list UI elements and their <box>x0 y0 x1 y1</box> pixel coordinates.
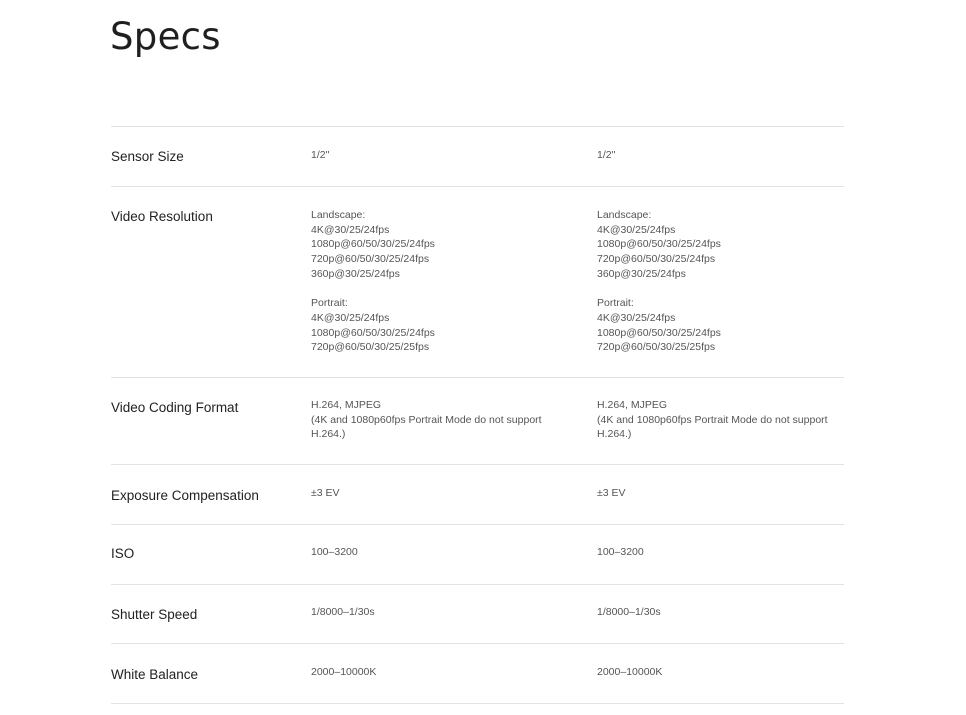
spec-row-video-resolution: Video Resolution Landscape: 4K@30/25/24f… <box>111 187 844 378</box>
spec-row-shutter-speed: Shutter Speed 1/8000–1/30s 1/8000–1/30s <box>111 585 844 644</box>
spec-table: Sensor Size 1/2" 1/2" Video Resolution L… <box>111 126 844 704</box>
spec-label: Shutter Speed <box>111 607 198 622</box>
spec-value-model-1: ±3 EV <box>311 487 340 499</box>
spec-value-model-2: 1/2" <box>597 149 616 161</box>
spec-row-iso: ISO 100–3200 100–3200 <box>111 525 844 585</box>
spec-value-model-1: Landscape: 4K@30/25/24fps 1080p@60/50/30… <box>311 209 435 354</box>
spec-value-model-1: 1/2" <box>311 149 330 161</box>
spec-value-model-1: 100–3200 <box>311 546 358 558</box>
spec-row-white-balance: White Balance 2000–10000K 2000–10000K <box>111 644 844 704</box>
spec-label: Video Resolution <box>111 209 213 224</box>
spec-value-model-1: 2000–10000K <box>311 666 377 678</box>
spec-value-model-2: Landscape: 4K@30/25/24fps 1080p@60/50/30… <box>597 209 721 354</box>
spec-label: White Balance <box>111 667 199 682</box>
spec-row-video-coding-format: Video Coding Format H.264, MJPEG (4K and… <box>111 378 844 465</box>
spec-label: ISO <box>111 546 135 561</box>
spec-value-model-2: 2000–10000K <box>597 666 663 678</box>
spec-value-model-2: ±3 EV <box>597 487 626 499</box>
spec-value-model-2: 100–3200 <box>597 546 644 558</box>
spec-value-model-2: H.264, MJPEG (4K and 1080p60fps Portrait… <box>597 399 828 441</box>
spec-value-model-1: H.264, MJPEG (4K and 1080p60fps Portrait… <box>311 399 542 441</box>
spec-value-model-2: 1/8000–1/30s <box>597 606 661 618</box>
spec-label: Exposure Compensation <box>111 488 259 503</box>
page-title: Specs <box>110 15 221 58</box>
spec-row-exposure-compensation: Exposure Compensation ±3 EV ±3 EV <box>111 465 844 525</box>
spec-label: Video Coding Format <box>111 400 239 415</box>
spec-value-model-1: 1/8000–1/30s <box>311 606 375 618</box>
spec-row-sensor-size: Sensor Size 1/2" 1/2" <box>111 127 844 187</box>
spec-label: Sensor Size <box>111 149 184 164</box>
